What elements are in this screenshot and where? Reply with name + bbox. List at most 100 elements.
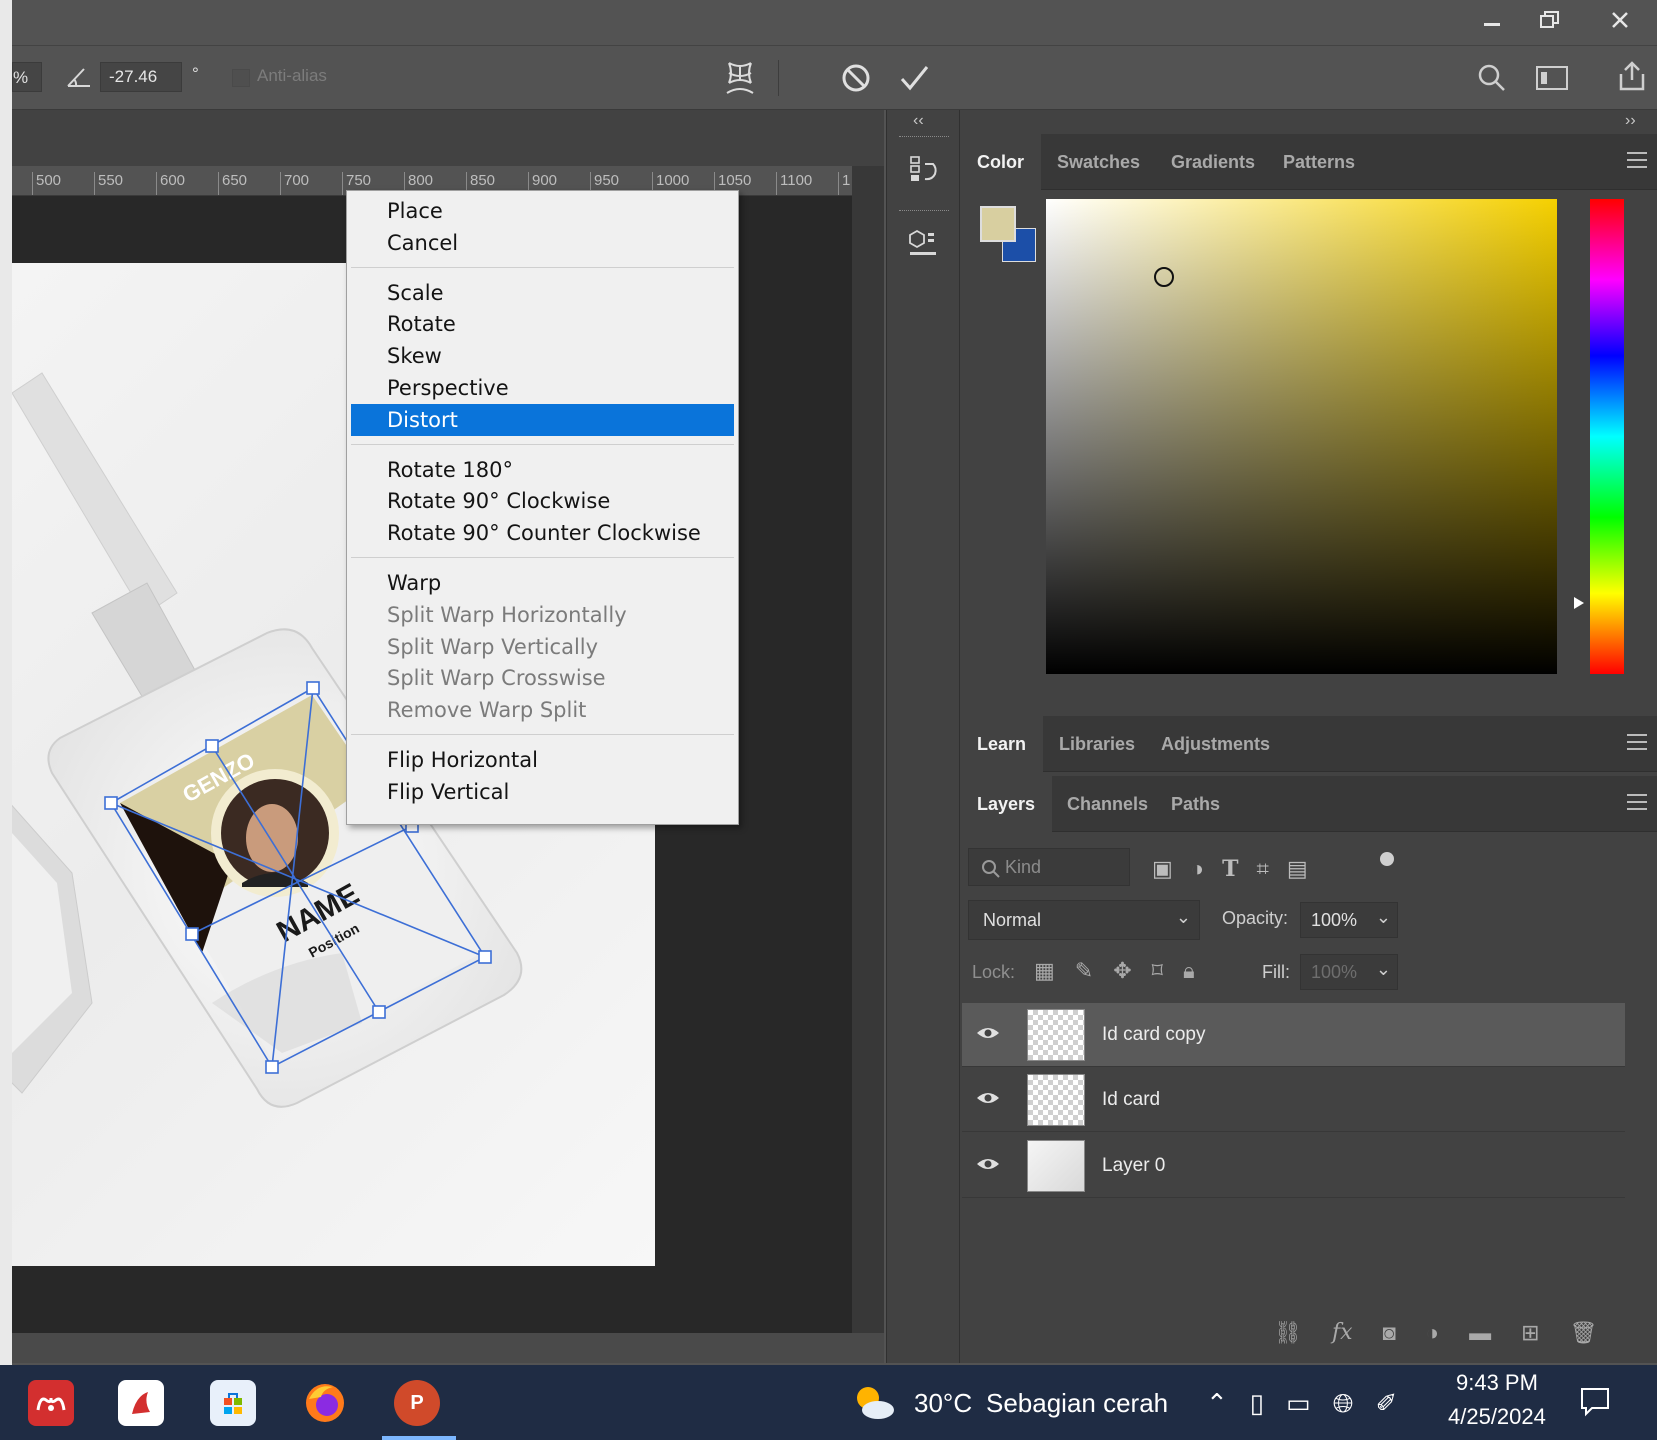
learn-panel-menu-icon[interactable] — [1627, 734, 1647, 750]
layer-row[interactable]: Layer 0 — [962, 1134, 1625, 1198]
restore-button[interactable] — [1520, 0, 1580, 40]
visibility-eye-icon[interactable] — [976, 1090, 1000, 1106]
commit-transform-button[interactable] — [894, 58, 934, 98]
trash-icon[interactable]: 🗑︎ — [1570, 1320, 1598, 1346]
menu-item-scale[interactable]: Scale — [351, 277, 734, 309]
color-picker-cursor[interactable] — [1154, 267, 1174, 287]
antialias-checkbox[interactable] — [232, 69, 250, 87]
visibility-eye-icon[interactable] — [976, 1156, 1000, 1172]
blend-mode-select[interactable]: Normal ⌄ — [968, 900, 1200, 940]
weather-temperature[interactable]: 30°C — [914, 1388, 972, 1419]
lock-all-icon[interactable]: 🔒︎ — [1183, 958, 1195, 984]
weather-description[interactable]: Sebagian cerah — [986, 1388, 1168, 1419]
notification-icon[interactable] — [1578, 1384, 1612, 1418]
warp-mode-button[interactable] — [720, 56, 760, 100]
workspace-button[interactable] — [1530, 58, 1574, 98]
smartobject-filter-icon[interactable]: ▤ — [1287, 856, 1308, 882]
type-filter-icon[interactable]: T — [1222, 856, 1238, 882]
minimize-button[interactable] — [1462, 0, 1522, 40]
menu-item-remove-warp-split: Remove Warp Split — [387, 698, 587, 723]
tab-paths[interactable]: Paths — [1154, 776, 1237, 832]
horizontal-scrollbar[interactable] — [12, 1333, 884, 1363]
menu-item-place[interactable]: Place — [351, 195, 734, 227]
battery-icon[interactable]: ▭ — [1286, 1388, 1311, 1420]
layer-row[interactable]: Id card — [962, 1068, 1625, 1132]
layer-mask-icon[interactable]: ◙ — [1383, 1320, 1396, 1346]
menu-item-flip-horizontal[interactable]: Flip Horizontal — [351, 744, 734, 776]
firefox-app-icon[interactable] — [302, 1380, 348, 1426]
search-button[interactable] — [1472, 58, 1512, 98]
mendeley-app-icon[interactable] — [28, 1380, 74, 1426]
hue-slider[interactable] — [1590, 199, 1624, 674]
vertical-scrollbar[interactable] — [852, 166, 884, 1333]
lock-position-icon[interactable]: ✥ — [1113, 958, 1131, 984]
filter-toggle-icon[interactable] — [1380, 852, 1394, 866]
chevron-down-icon[interactable]: ⌄ — [1376, 907, 1391, 928]
visibility-eye-icon[interactable] — [976, 1025, 1000, 1041]
menu-item-flip-vertical[interactable]: Flip Vertical — [351, 776, 734, 808]
collapse-left-icon[interactable]: ‹‹ — [913, 112, 924, 130]
menu-item-rotate-180[interactable]: Rotate 180° — [351, 454, 734, 486]
percent-field[interactable]: % — [12, 62, 42, 92]
ruler-tick-label: 550 — [94, 172, 123, 195]
lock-transparent-icon[interactable]: ▦ — [1034, 958, 1055, 984]
pen-icon[interactable]: ✐ — [1376, 1388, 1398, 1420]
store-app-icon[interactable] — [210, 1380, 256, 1426]
share-icon — [1619, 61, 1645, 91]
pdf-app-icon[interactable] — [118, 1380, 164, 1426]
menu-item-rotate[interactable]: Rotate — [351, 308, 734, 340]
tab-patterns[interactable]: Patterns — [1266, 134, 1372, 190]
fx-icon[interactable]: fx — [1332, 1320, 1353, 1346]
cancel-transform-button[interactable] — [836, 58, 876, 98]
tab-gradients[interactable]: Gradients — [1154, 134, 1272, 190]
globe-icon[interactable]: 🌐︎ — [1333, 1388, 1354, 1420]
share-button[interactable] — [1612, 56, 1652, 96]
color-panel-menu-icon[interactable] — [1627, 152, 1647, 168]
new-layer-icon[interactable]: ⊞ — [1521, 1320, 1539, 1346]
adjustment-filter-icon[interactable]: ◑ — [1191, 856, 1204, 882]
layer-name[interactable]: Id card copy — [1102, 1003, 1206, 1067]
powerpoint-app-icon[interactable]: P — [394, 1380, 440, 1426]
layers-panel-menu-icon[interactable] — [1627, 794, 1647, 810]
menu-item-perspective[interactable]: Perspective — [351, 372, 734, 404]
layer-name[interactable]: Layer 0 — [1102, 1134, 1165, 1198]
tab-channels[interactable]: Channels — [1050, 776, 1165, 832]
clock-time[interactable]: 9:43 PM — [1456, 1370, 1538, 1396]
hue-slider-handle[interactable] — [1572, 595, 1586, 611]
menu-item-rotate-90-clockwise[interactable]: Rotate 90° Clockwise — [351, 485, 734, 517]
tab-learn[interactable]: Learn — [960, 716, 1044, 772]
opacity-input[interactable]: 100% ⌄ — [1300, 902, 1398, 938]
clock-date[interactable]: 4/25/2024 — [1448, 1404, 1546, 1430]
layer-name[interactable]: Id card — [1102, 1068, 1160, 1132]
tab-libraries[interactable]: Libraries — [1042, 716, 1152, 772]
close-button[interactable] — [1590, 0, 1650, 40]
foreground-color-swatch[interactable] — [980, 206, 1016, 242]
menu-item-skew[interactable]: Skew — [351, 340, 734, 372]
menu-item-warp[interactable]: Warp — [351, 567, 734, 599]
tab-adjustments[interactable]: Adjustments — [1144, 716, 1287, 772]
fill-input[interactable]: 100% ⌄ — [1300, 954, 1398, 990]
new-group-icon[interactable]: ▬ — [1469, 1320, 1491, 1346]
tab-color[interactable]: Color — [960, 134, 1041, 190]
adjustment-layer-icon[interactable]: ◑ — [1426, 1320, 1439, 1346]
layer-row[interactable]: Id card copy — [962, 1003, 1625, 1067]
image-filter-icon[interactable]: ▣ — [1152, 856, 1173, 882]
link-layers-icon[interactable]: ⛓︎ — [1274, 1320, 1302, 1346]
history-panel-button[interactable] — [899, 146, 949, 192]
properties-panel-button[interactable] — [899, 220, 949, 266]
menu-item-rotate-90-counter-clockwise[interactable]: Rotate 90° Counter Clockwise — [351, 517, 734, 549]
lock-pixels-icon[interactable]: ✎ — [1075, 958, 1093, 984]
layer-filter-kind[interactable]: Kind — [968, 848, 1130, 886]
tab-layers[interactable]: Layers — [960, 776, 1053, 832]
menu-item-cancel[interactable]: Cancel — [351, 227, 734, 259]
tablet-icon[interactable]: ▯ — [1250, 1388, 1264, 1420]
menu-item-distort[interactable]: Distort — [351, 403, 734, 436]
chevron-up-icon[interactable]: ⌃ — [1206, 1388, 1228, 1420]
tab-swatches[interactable]: Swatches — [1040, 134, 1157, 190]
shape-filter-icon[interactable]: ⌗ — [1256, 856, 1268, 882]
color-picker-field[interactable] — [1046, 199, 1557, 674]
collapse-right-icon[interactable]: ›› — [1625, 112, 1636, 130]
angle-input[interactable]: -27.46 — [100, 62, 182, 92]
chevron-down-icon[interactable]: ⌄ — [1376, 959, 1391, 980]
lock-artboard-icon[interactable]: ⌑ — [1152, 958, 1163, 984]
